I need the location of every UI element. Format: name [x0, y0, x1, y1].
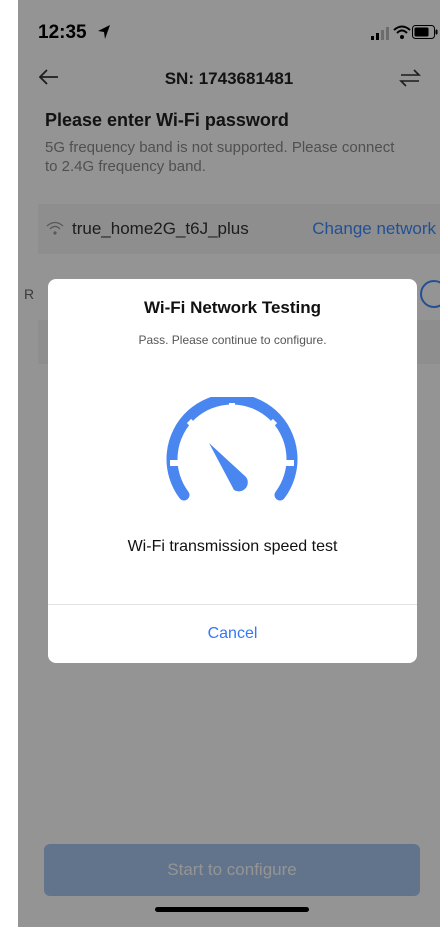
frame-left-margin — [0, 0, 18, 927]
dialog-subtitle: Pass. Please continue to configure. — [138, 333, 327, 347]
network-test-dialog: Wi-Fi Network Testing Pass. Please conti… — [48, 279, 417, 663]
speed-test-caption: Wi-Fi transmission speed test — [127, 538, 338, 555]
dialog-title: Wi-Fi Network Testing — [143, 298, 322, 317]
frame-right-margin — [440, 0, 446, 927]
speedometer-icon — [166, 397, 298, 501]
home-indicator[interactable] — [155, 907, 309, 912]
cancel-button[interactable]: Cancel — [48, 605, 417, 663]
app-screen: 12:35 SN: 1743681481 Please enter Wi-Fi … — [18, 0, 440, 927]
